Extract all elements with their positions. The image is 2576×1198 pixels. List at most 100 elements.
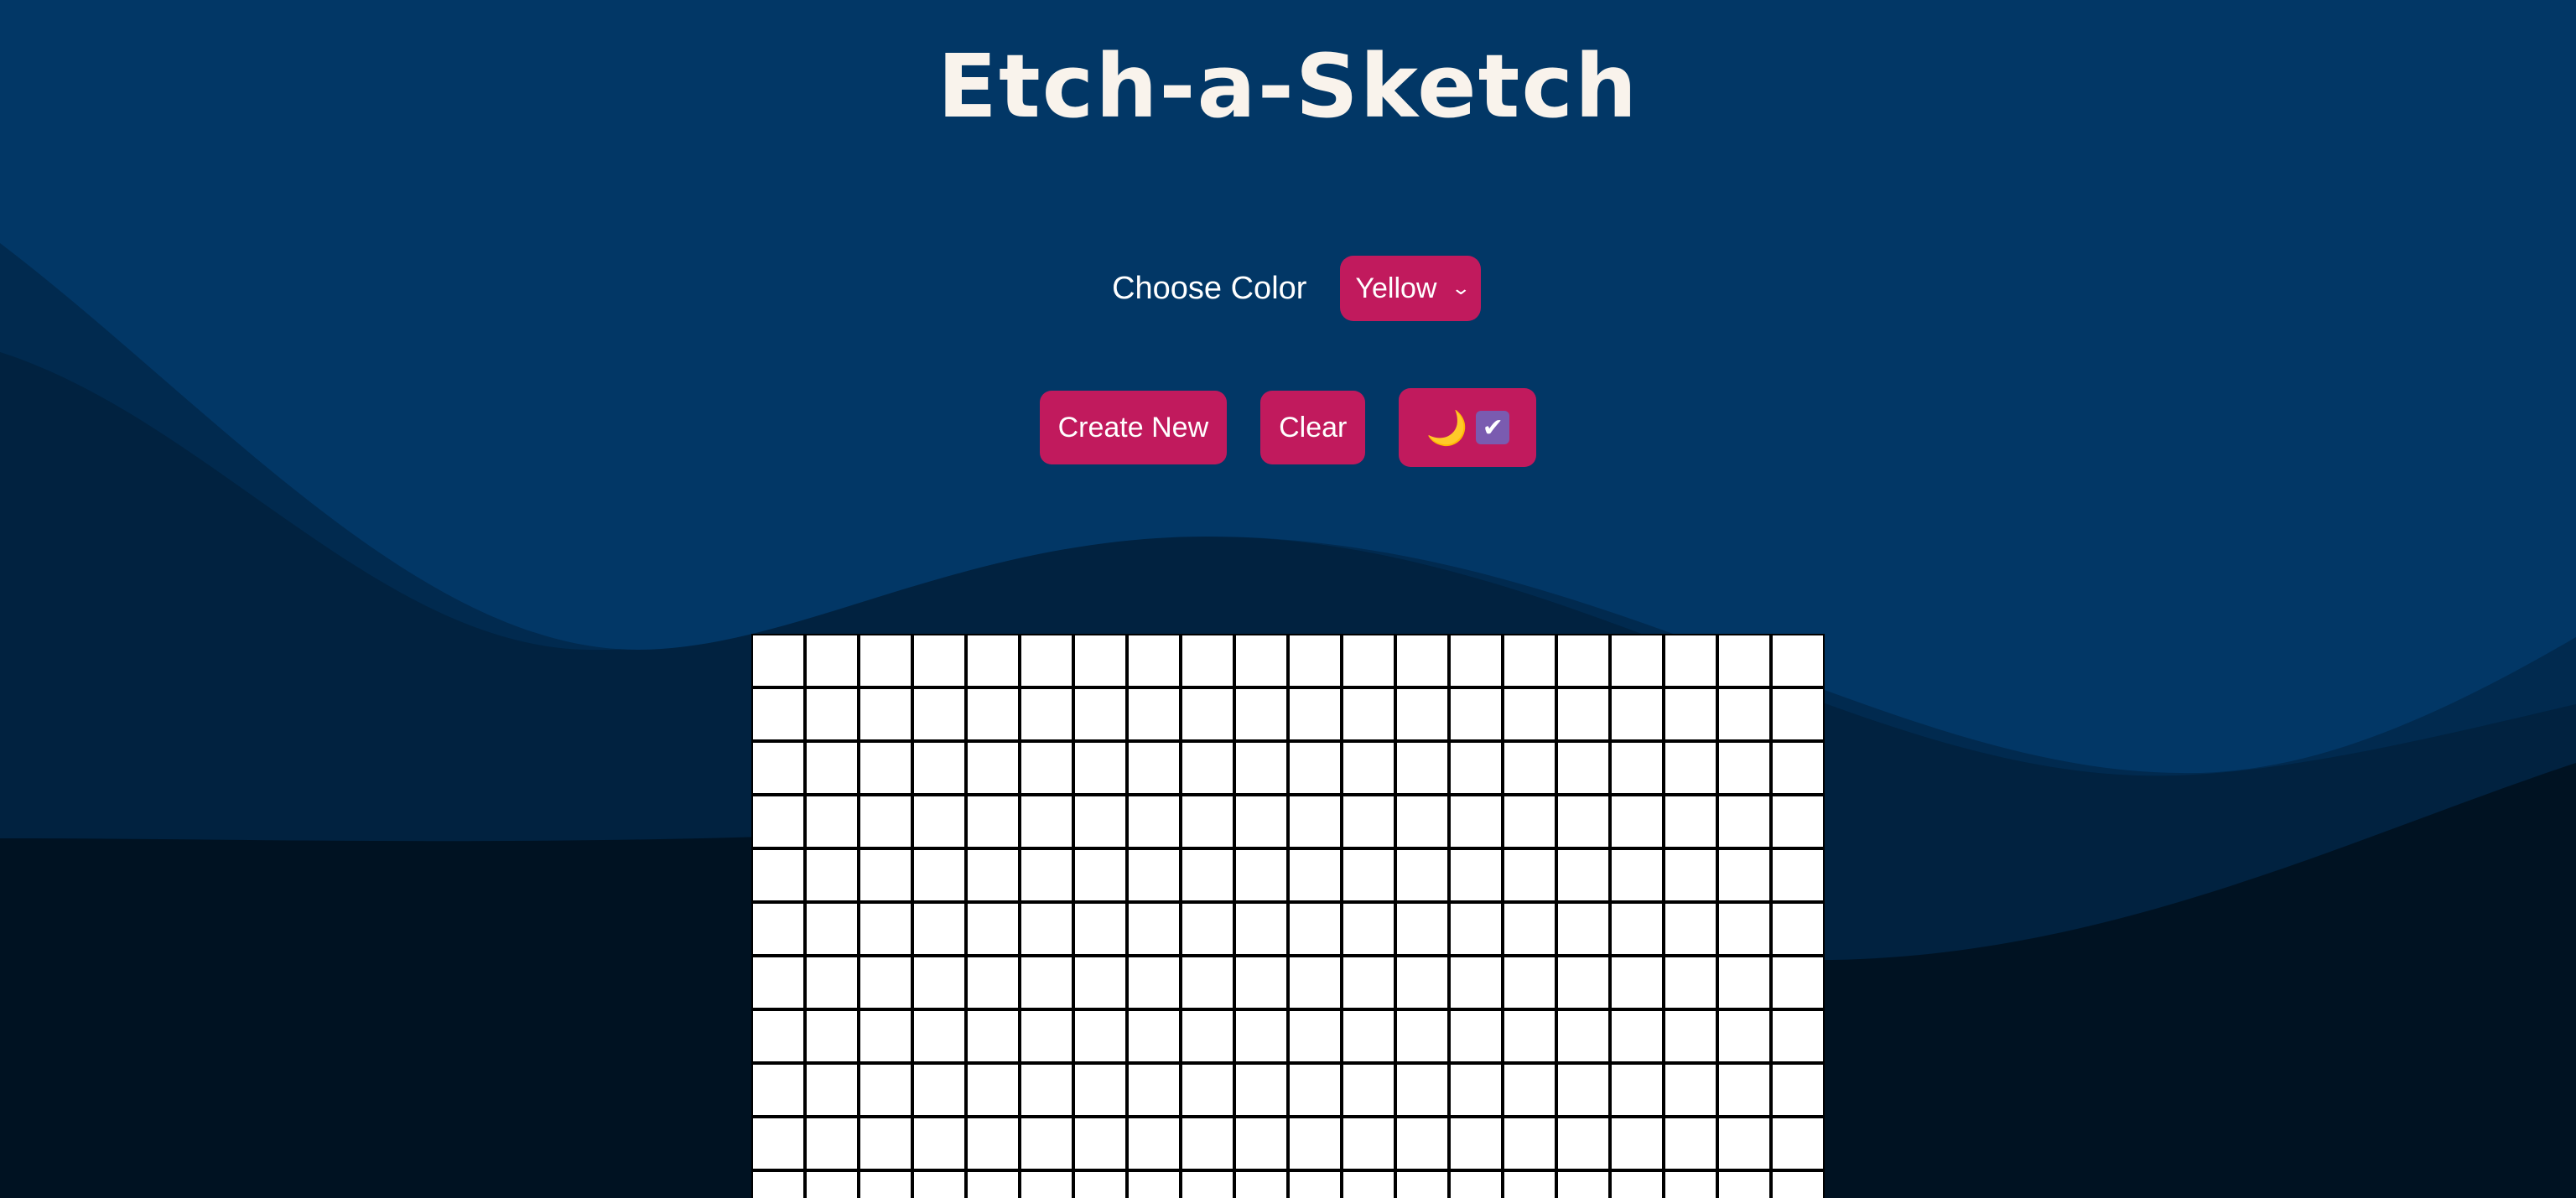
grid-cell[interactable] [751,1170,805,1198]
grid-cell[interactable] [1020,956,1073,1009]
grid-cell[interactable] [805,1009,859,1063]
grid-cell[interactable] [1020,687,1073,741]
grid-cell[interactable] [966,1170,1020,1198]
grid-cell[interactable] [805,1117,859,1170]
grid-cell[interactable] [1020,848,1073,902]
grid-cell[interactable] [1288,1170,1342,1198]
grid-cell[interactable] [1342,1063,1395,1117]
grid-cell[interactable] [1342,902,1395,956]
grid-cell[interactable] [1556,848,1610,902]
grid-cell[interactable] [1234,1117,1288,1170]
grid-cell[interactable] [751,1117,805,1170]
grid-cell[interactable] [1395,848,1449,902]
dark-mode-checkbox[interactable]: ✔ [1476,411,1510,444]
grid-cell[interactable] [1342,1009,1395,1063]
grid-cell[interactable] [1127,741,1181,795]
grid-cell[interactable] [1073,902,1127,956]
grid-cell[interactable] [1717,1170,1771,1198]
grid-cell[interactable] [966,741,1020,795]
grid-cell[interactable] [1073,848,1127,902]
grid-cell[interactable] [1234,795,1288,848]
grid-cell[interactable] [805,956,859,1009]
grid-cell[interactable] [1771,1117,1825,1170]
grid-cell[interactable] [1073,795,1127,848]
grid-cell[interactable] [966,848,1020,902]
grid-cell[interactable] [859,634,912,687]
grid-cell[interactable] [1395,795,1449,848]
grid-cell[interactable] [1288,634,1342,687]
grid-cell[interactable] [1288,848,1342,902]
grid-cell[interactable] [859,848,912,902]
grid-cell[interactable] [1503,848,1556,902]
grid-cell[interactable] [966,634,1020,687]
grid-cell[interactable] [1503,1063,1556,1117]
grid-cell[interactable] [912,795,966,848]
grid-cell[interactable] [1020,741,1073,795]
grid-cell[interactable] [1234,848,1288,902]
grid-cell[interactable] [912,848,966,902]
grid-cell[interactable] [1342,1117,1395,1170]
grid-cell[interactable] [751,634,805,687]
grid-cell[interactable] [751,956,805,1009]
grid-cell[interactable] [1288,1117,1342,1170]
grid-cell[interactable] [1127,902,1181,956]
grid-cell[interactable] [912,1009,966,1063]
grid-cell[interactable] [1181,1063,1234,1117]
grid-cell[interactable] [1664,1170,1717,1198]
grid-cell[interactable] [912,902,966,956]
grid-cell[interactable] [1342,956,1395,1009]
grid-cell[interactable] [1610,741,1664,795]
grid-cell[interactable] [912,1117,966,1170]
grid-cell[interactable] [1234,1009,1288,1063]
grid-cell[interactable] [751,902,805,956]
grid-cell[interactable] [1503,902,1556,956]
grid-cell[interactable] [1181,848,1234,902]
grid-cell[interactable] [1556,687,1610,741]
grid-cell[interactable] [1610,687,1664,741]
grid-cell[interactable] [805,902,859,956]
grid-cell[interactable] [1503,1170,1556,1198]
grid-cell[interactable] [1664,634,1717,687]
grid-cell[interactable] [1449,1117,1503,1170]
grid-cell[interactable] [966,1009,1020,1063]
grid-cell[interactable] [1503,634,1556,687]
grid-cell[interactable] [1664,795,1717,848]
grid-cell[interactable] [1771,795,1825,848]
grid-cell[interactable] [1503,1117,1556,1170]
grid-cell[interactable] [1342,848,1395,902]
grid-cell[interactable] [751,795,805,848]
grid-cell[interactable] [1610,1117,1664,1170]
grid-cell[interactable] [1771,634,1825,687]
grid-cell[interactable] [1073,741,1127,795]
grid-cell[interactable] [1717,848,1771,902]
grid-cell[interactable] [1288,795,1342,848]
grid-cell[interactable] [966,1117,1020,1170]
grid-cell[interactable] [1020,1170,1073,1198]
grid-cell[interactable] [966,902,1020,956]
grid-cell[interactable] [1717,956,1771,1009]
grid-cell[interactable] [1127,687,1181,741]
grid-cell[interactable] [1288,1009,1342,1063]
grid-cell[interactable] [1234,1170,1288,1198]
grid-cell[interactable] [1449,741,1503,795]
grid-cell[interactable] [1234,956,1288,1009]
grid-cell[interactable] [859,687,912,741]
grid-cell[interactable] [859,1009,912,1063]
grid-cell[interactable] [805,795,859,848]
grid-cell[interactable] [966,1063,1020,1117]
grid-cell[interactable] [1127,1170,1181,1198]
grid-cell[interactable] [1449,1009,1503,1063]
grid-cell[interactable] [805,741,859,795]
grid-cell[interactable] [1771,902,1825,956]
grid-cell[interactable] [912,1063,966,1117]
grid-cell[interactable] [912,956,966,1009]
grid-cell[interactable] [1556,902,1610,956]
grid-cell[interactable] [1342,634,1395,687]
grid-cell[interactable] [912,1170,966,1198]
grid-cell[interactable] [1288,741,1342,795]
grid-cell[interactable] [966,687,1020,741]
grid-cell[interactable] [1127,1009,1181,1063]
grid-cell[interactable] [1610,1009,1664,1063]
grid-cell[interactable] [1127,795,1181,848]
color-select[interactable]: Yellow ⌄ [1340,256,1481,321]
